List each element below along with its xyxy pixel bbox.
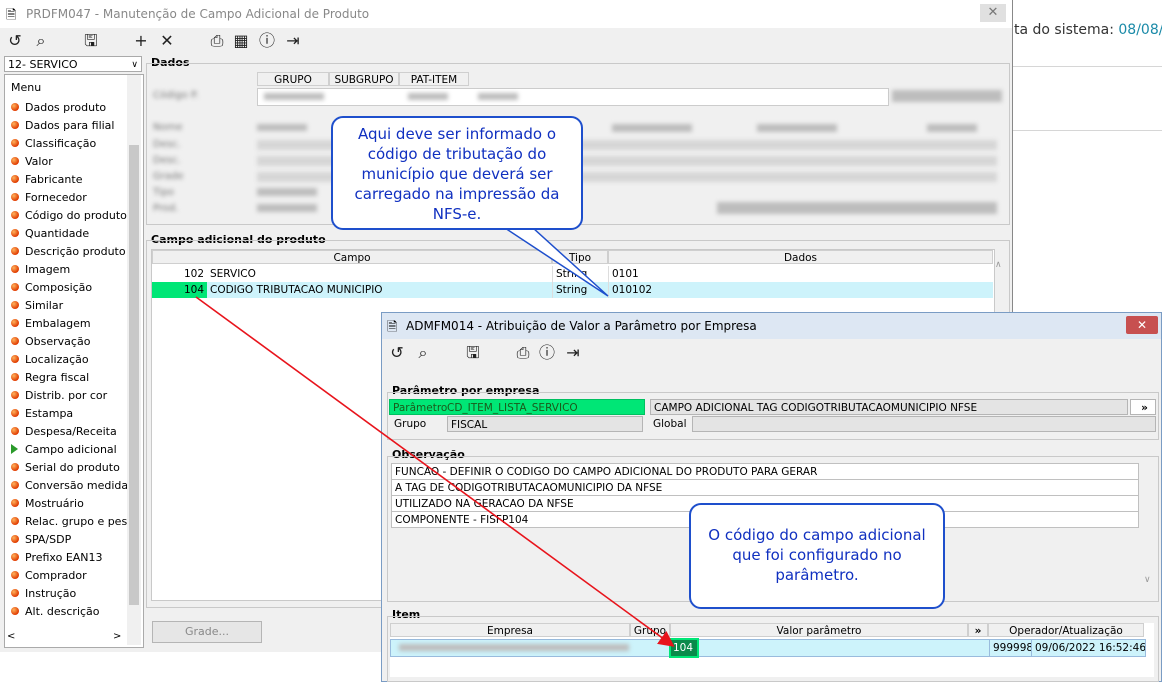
param-group: Parâmetro CD_ITEM_LISTA_SERVICO CAMPO AD… (387, 392, 1159, 440)
document-icon: 🗎 (387, 320, 398, 335)
header-grupo[interactable]: Grupo (630, 623, 670, 637)
undo-icon[interactable]: ↺ (386, 342, 408, 364)
close-button[interactable]: ✕ (1126, 316, 1158, 334)
item-grid: Empresa Grupo Valor parâmetro » Operador… (390, 623, 1154, 677)
title-bar: 🗎 ADMFM014 - Atribuição de Valor a Parâm… (382, 313, 1161, 339)
obs-line: A TAG DE CODIGOTRIBUTACAOMUNICIPIO DA NF… (391, 479, 1139, 496)
search-icon[interactable]: ⌕ (412, 342, 434, 364)
exit-icon[interactable]: ⇥ (562, 342, 584, 364)
window-title: ADMFM014 - Atribuição de Valor a Parâmet… (406, 319, 757, 333)
more-button[interactable]: » (1130, 399, 1156, 415)
global-field[interactable] (692, 416, 1156, 432)
grupo-label: Grupo (394, 418, 427, 430)
blurred-empresa (399, 644, 629, 651)
header-empresa[interactable]: Empresa (390, 623, 630, 637)
callout1-tail (502, 227, 609, 297)
header-more[interactable]: » (968, 623, 988, 637)
obs-line: FUNCAO - DEFINIR O CODIGO DO CAMPO ADICI… (391, 463, 1139, 480)
save-icon[interactable]: 🖫 (462, 342, 484, 364)
header-valor[interactable]: Valor parâmetro (670, 623, 968, 637)
header-operador[interactable]: Operador/Atualização (988, 623, 1144, 637)
callout-parametro: O código do campo adicional que foi conf… (689, 503, 945, 609)
grupo-field[interactable]: FISCAL (447, 416, 643, 432)
callout-tributacao: Aqui deve ser informado o código de trib… (331, 116, 583, 230)
parametro-desc: CAMPO ADICIONAL TAG CODIGOTRIBUTACAOMUNI… (650, 399, 1128, 415)
print-icon[interactable]: ⎙ (512, 342, 534, 364)
valor-cell[interactable]: 104 (669, 638, 699, 658)
item-group: Empresa Grupo Valor parâmetro » Operador… (387, 616, 1159, 682)
global-label: Global (653, 418, 687, 430)
parametro-value: CD_ITEM_LISTA_SERVICO (447, 402, 578, 414)
help-icon[interactable]: ⓘ (536, 342, 558, 364)
parametro-label: Parâmetro (393, 402, 448, 414)
operador-cell: 999998 (989, 640, 1031, 656)
atualizacao-cell: 09/06/2022 16:52:46 (1031, 640, 1145, 656)
toolbar: ↺ ⌕ 🖫 ⎙ ⓘ ⇥ (386, 342, 586, 368)
scroll-down-icon[interactable]: ∨ (1144, 575, 1151, 585)
item-row[interactable]: 104 999998 09/06/2022 16:52:46 (390, 638, 1146, 658)
parametro-field[interactable]: Parâmetro CD_ITEM_LISTA_SERVICO (389, 399, 645, 415)
window-admfm014: 🗎 ADMFM014 - Atribuição de Valor a Parâm… (381, 312, 1162, 682)
